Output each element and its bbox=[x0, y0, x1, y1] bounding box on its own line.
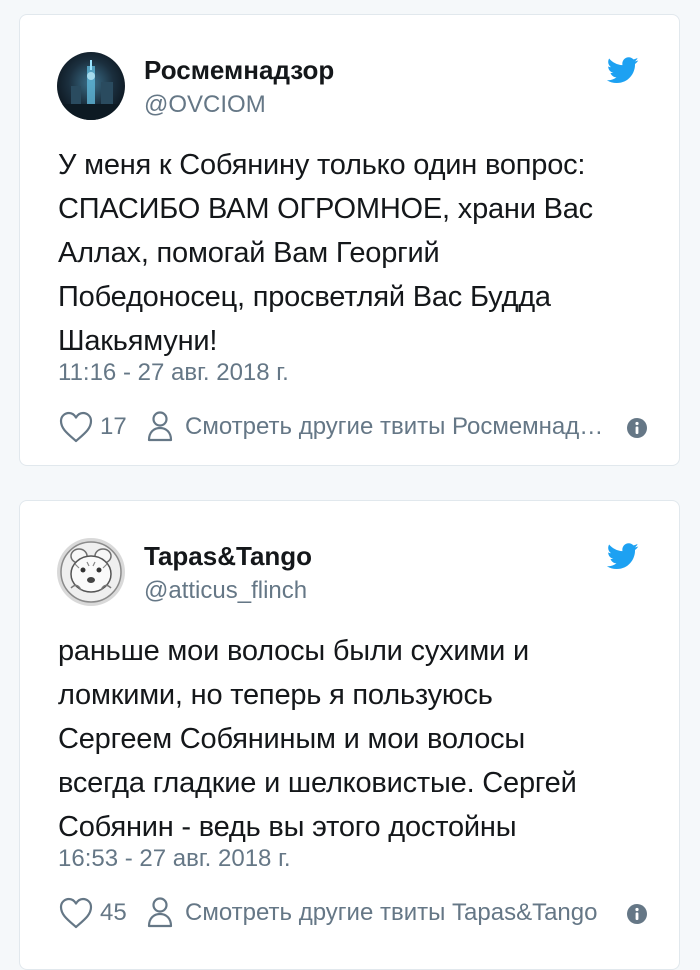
person-icon[interactable] bbox=[146, 410, 174, 442]
tweet-text-line: Собянин - ведь вы этого достойны bbox=[58, 811, 517, 843]
tweet-text-line: Шакьямуни! bbox=[58, 325, 218, 357]
tweet-text-line: раньше мои волосы были сухими и bbox=[58, 635, 530, 667]
display-name[interactable]: Росмемнадзор bbox=[144, 55, 334, 86]
user-handle[interactable]: @OVCIOM bbox=[144, 91, 266, 119]
avatar[interactable] bbox=[57, 538, 125, 606]
tweet-text: У меня к Собянину только один вопрос: СП… bbox=[58, 143, 658, 363]
twitter-bird-icon[interactable] bbox=[607, 57, 639, 84]
info-icon[interactable] bbox=[626, 417, 648, 439]
tweet-text-line: Сергеем Собяниным и мои волосы bbox=[58, 723, 526, 755]
tweet-text-line: У меня к Собянину только один вопрос: bbox=[58, 149, 586, 181]
tweet-text-line: ломкими, но теперь я пользуюсь bbox=[58, 679, 493, 711]
more-tweets-link[interactable]: Смотреть другие твиты Tapas&Tango bbox=[185, 899, 605, 927]
user-handle[interactable]: @atticus_flinch bbox=[144, 577, 307, 605]
heart-icon[interactable] bbox=[58, 896, 94, 930]
tweet-timestamp[interactable]: 16:53 - 27 авг. 2018 г. bbox=[58, 845, 291, 873]
tweet-actions: 17 Смотреть другие твиты Росмемнадзор bbox=[58, 407, 648, 447]
tweet-actions: 45 Смотреть другие твиты Tapas&Tango bbox=[58, 893, 648, 933]
tweet-text-line: Аллах, помогай Вам Георгий bbox=[58, 237, 440, 269]
heart-icon[interactable] bbox=[58, 410, 94, 444]
tweet-card: Росмемнадзор @OVCIOM У меня к Собянину т… bbox=[19, 14, 680, 466]
tweet-text-line: всегда гладкие и шелковистые. Сергей bbox=[58, 767, 577, 799]
twitter-bird-icon[interactable] bbox=[607, 543, 639, 570]
more-tweets-link[interactable]: Смотреть другие твиты Росмемнадзор bbox=[185, 413, 605, 441]
tweet-card: Tapas&Tango @atticus_flinch раньше мои в… bbox=[19, 500, 680, 970]
tweet-text-line: Победоносец, просветляй Вас Будда bbox=[58, 281, 551, 313]
like-count[interactable]: 17 bbox=[100, 413, 127, 441]
display-name[interactable]: Tapas&Tango bbox=[144, 541, 312, 572]
like-count[interactable]: 45 bbox=[100, 899, 127, 927]
info-icon[interactable] bbox=[626, 903, 648, 925]
tweet-text-line: СПАСИБО ВАМ ОГРОМНОЕ, храни Вас bbox=[58, 193, 593, 225]
person-icon[interactable] bbox=[146, 896, 174, 928]
tweet-text: раньше мои волосы были сухими и ломкими,… bbox=[58, 629, 658, 849]
avatar[interactable] bbox=[57, 52, 125, 120]
tweet-timestamp[interactable]: 11:16 - 27 авг. 2018 г. bbox=[58, 359, 289, 387]
